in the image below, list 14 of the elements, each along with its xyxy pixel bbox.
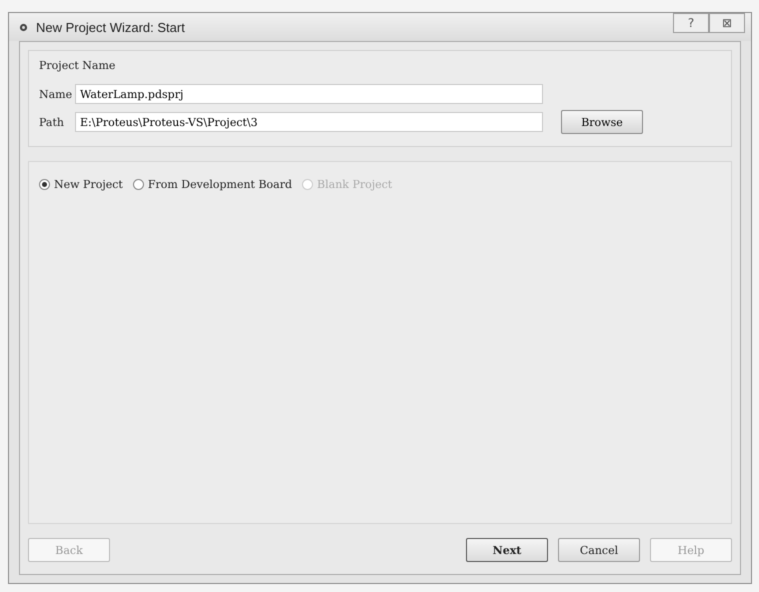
- browse-button[interactable]: Browse: [561, 110, 643, 134]
- help-button[interactable]: ?: [673, 13, 709, 33]
- field-label: Name: [39, 88, 69, 100]
- wizard-button[interactable]: Cancel: [558, 538, 640, 562]
- radio-option[interactable]: From Development Board: [132, 178, 292, 191]
- radio-option[interactable]: New Project: [39, 178, 123, 191]
- window-title: New Project Wizard: Start: [36, 20, 186, 34]
- wizard-button[interactable]: Next: [466, 538, 548, 562]
- field-label: Path: [39, 116, 65, 128]
- app-icon: [19, 22, 28, 32]
- group-label: Project Name: [39, 59, 116, 72]
- input-field[interactable]: E:\Proteus\Proteus-VS\Project\3: [75, 112, 543, 132]
- close-button[interactable]: ⊠: [709, 13, 745, 33]
- input-field[interactable]: WaterLamp.pdsprj: [75, 84, 543, 104]
